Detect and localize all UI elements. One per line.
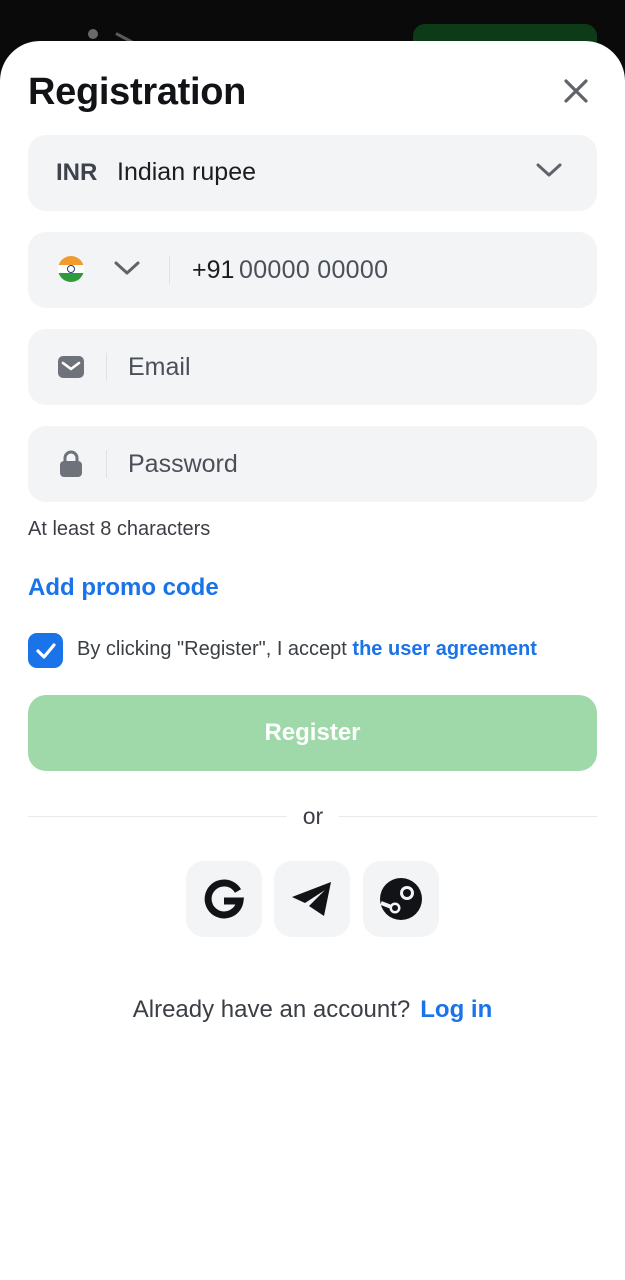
login-link[interactable]: Log in (420, 996, 492, 1023)
currency-name: Indian rupee (117, 158, 257, 186)
password-field[interactable]: Password (28, 426, 597, 502)
steam-login-button[interactable] (363, 861, 439, 937)
envelope-icon (57, 353, 85, 381)
user-agreement-link[interactable]: the user agreement (352, 638, 537, 660)
add-promo-code-link[interactable]: Add promo code (28, 574, 219, 602)
email-placeholder: Email (128, 353, 191, 381)
phone-input[interactable]: 00000 00000 (239, 256, 388, 285)
telegram-icon (292, 882, 331, 916)
steam-icon (380, 878, 422, 920)
lock-icon (57, 450, 85, 478)
google-login-button[interactable] (186, 861, 262, 937)
register-button[interactable]: Register (28, 695, 597, 771)
currency-select[interactable]: INR Indian rupee (28, 135, 597, 211)
password-hint: At least 8 characters (28, 518, 211, 540)
currency-code: INR (56, 159, 98, 186)
phone-prefix: +91 (192, 256, 235, 284)
login-prompt: Already have an account? Log in (132, 996, 493, 1023)
divider-left (28, 816, 287, 817)
close-button[interactable] (556, 71, 596, 111)
page-title: Registration (28, 71, 247, 113)
google-icon (204, 879, 244, 919)
chevron-down-icon (536, 163, 562, 177)
password-placeholder: Password (128, 450, 238, 478)
agreement-checkbox[interactable] (28, 633, 63, 668)
telegram-login-button[interactable] (274, 861, 350, 937)
agreement-text: By clicking "Register", I accept the use… (77, 638, 537, 660)
phone-field: +91 00000 00000 (28, 232, 597, 308)
checkmark-icon (35, 642, 56, 659)
registration-sheet: Registration INR Indian rupee +91 00000 … (0, 41, 625, 1280)
close-icon (564, 79, 588, 103)
india-flag-icon (58, 256, 84, 282)
divider-right (339, 816, 597, 817)
email-field[interactable]: Email (28, 329, 597, 405)
divider-or: or (302, 803, 324, 829)
country-chevron-down-icon[interactable] (114, 259, 140, 277)
